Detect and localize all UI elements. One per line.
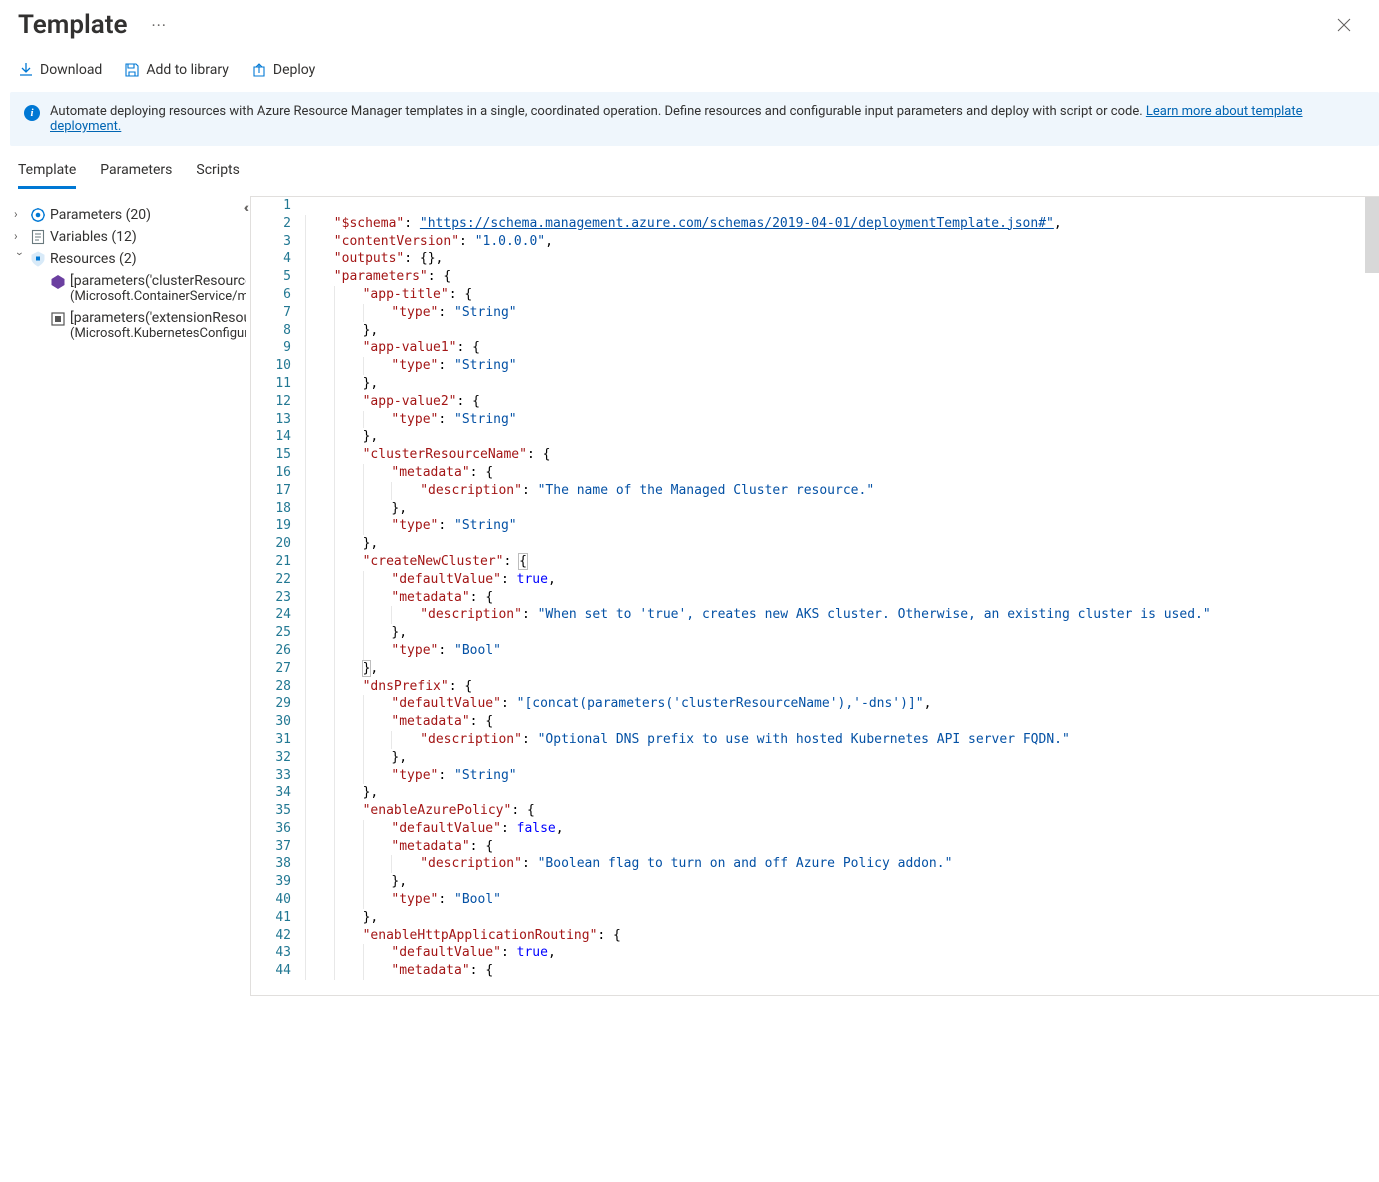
tree-leaf-line1: [parameters('extensionResourceNa bbox=[70, 310, 246, 326]
extension-icon bbox=[50, 311, 66, 327]
download-button[interactable]: Download bbox=[18, 62, 102, 78]
more-actions-button[interactable]: ··· bbox=[151, 16, 167, 35]
tree-pane: ‹‹ › Parameters (20) › Variables (12) › bbox=[10, 196, 250, 996]
line-gutter: 1234567891011121314151617181920212223242… bbox=[251, 197, 305, 995]
tab-parameters[interactable]: Parameters bbox=[100, 162, 172, 189]
tree-leaf-line1: [parameters('clusterResourceName bbox=[70, 273, 246, 289]
deploy-icon bbox=[251, 62, 267, 78]
add-to-library-button[interactable]: Add to library bbox=[124, 62, 229, 78]
tree-leaf-resource-2[interactable]: [parameters('extensionResourceNa (Micros… bbox=[10, 307, 250, 344]
page-title: Template bbox=[18, 10, 127, 40]
chevron-right-icon: › bbox=[14, 229, 26, 243]
download-label: Download bbox=[40, 62, 102, 78]
tree-node-variables[interactable]: › Variables (12) bbox=[10, 226, 250, 248]
info-banner: i Automate deploying resources with Azur… bbox=[10, 92, 1379, 146]
info-icon: i bbox=[24, 105, 40, 121]
deploy-label: Deploy bbox=[273, 62, 315, 78]
chevron-down-icon: › bbox=[13, 252, 27, 264]
add-to-library-label: Add to library bbox=[146, 62, 229, 78]
tree-label: Variables (12) bbox=[50, 229, 137, 245]
code-editor[interactable]: 1234567891011121314151617181920212223242… bbox=[250, 196, 1379, 996]
variables-icon bbox=[30, 229, 46, 245]
tree-node-parameters[interactable]: › Parameters (20) bbox=[10, 204, 250, 226]
close-button[interactable] bbox=[1329, 14, 1359, 36]
collapse-tree-button[interactable]: ‹‹ bbox=[244, 200, 246, 216]
editor-scrollbar[interactable] bbox=[1365, 197, 1379, 273]
tab-template[interactable]: Template bbox=[18, 162, 76, 189]
parameters-icon bbox=[30, 207, 46, 223]
info-text: Automate deploying resources with Azure … bbox=[50, 104, 1146, 119]
download-icon bbox=[18, 62, 34, 78]
deploy-button[interactable]: Deploy bbox=[251, 62, 315, 78]
tree-leaf-line2: (Microsoft.KubernetesConfiguratio bbox=[70, 326, 246, 341]
resources-icon bbox=[30, 251, 46, 267]
tab-scripts[interactable]: Scripts bbox=[196, 162, 239, 189]
cluster-icon bbox=[50, 274, 66, 290]
tree-node-resources[interactable]: › Resources (2) bbox=[10, 248, 250, 270]
code-area[interactable]: "$schema": "https://schema.management.az… bbox=[305, 197, 1379, 995]
tree-leaf-resource-1[interactable]: [parameters('clusterResourceName (Micros… bbox=[10, 270, 250, 307]
chevron-right-icon: › bbox=[14, 207, 26, 221]
tree-label: Parameters (20) bbox=[50, 207, 151, 223]
save-icon bbox=[124, 62, 140, 78]
tree-leaf-line2: (Microsoft.ContainerService/mana bbox=[70, 289, 246, 304]
tree-label: Resources (2) bbox=[50, 251, 137, 267]
